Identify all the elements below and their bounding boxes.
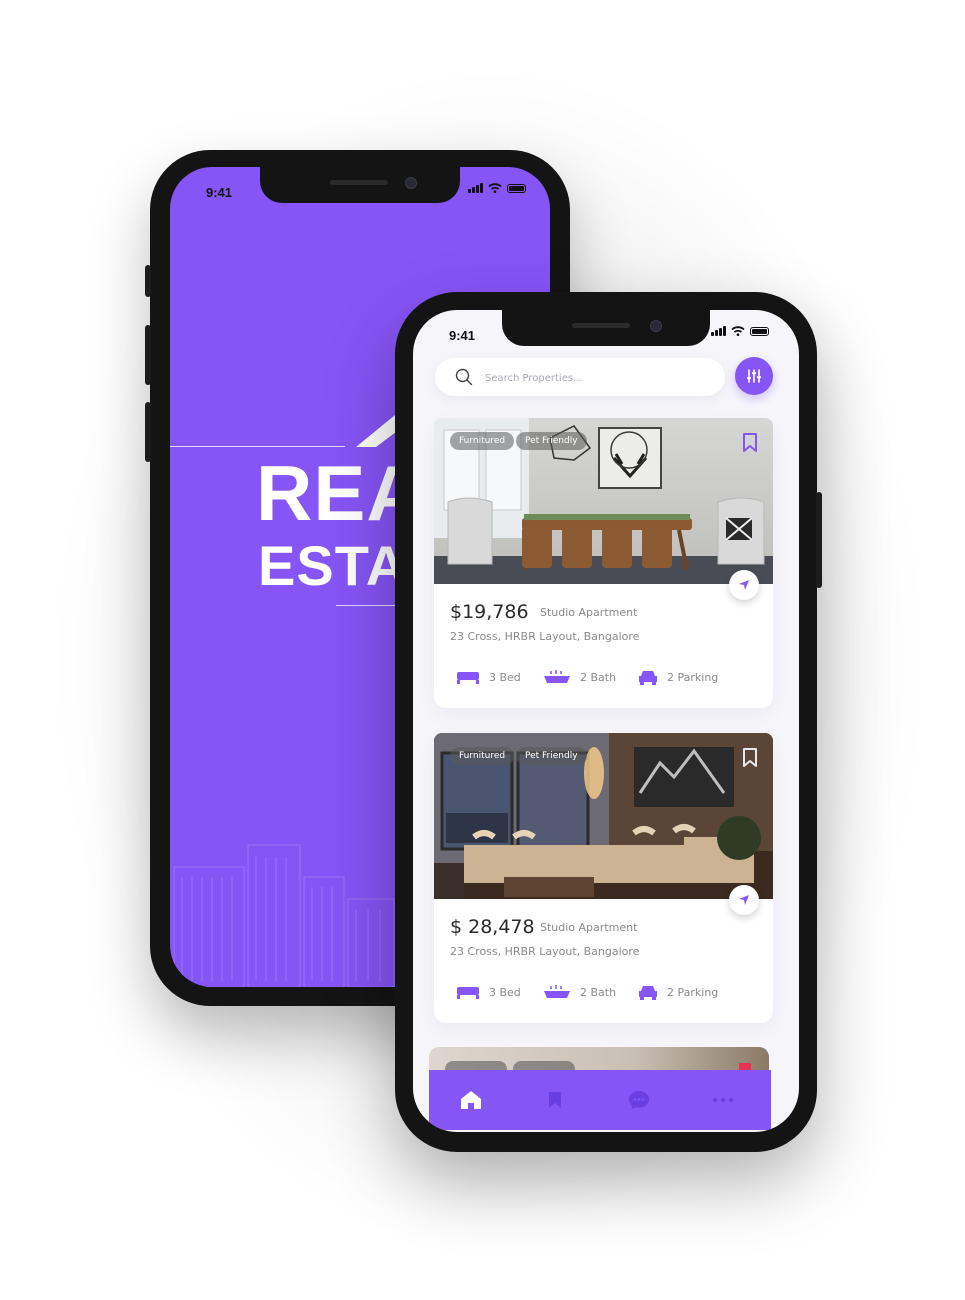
wifi-icon [488, 183, 502, 193]
mute-switch [145, 265, 151, 297]
status-time: 9:41 [449, 328, 476, 343]
listing-photo-dining-room: Furnitured Pet Friendly [434, 418, 773, 584]
signal-icon [711, 326, 726, 336]
navigation-arrow-icon [739, 895, 749, 905]
bed-feature: 3 Bed [456, 670, 521, 684]
notch [502, 310, 710, 346]
brand-divider-top [170, 446, 345, 447]
listing-type: Studio Apartment [540, 606, 638, 619]
bookmark-icon[interactable] [742, 748, 758, 768]
parking-label: 2 Parking [667, 986, 719, 999]
sliders-icon [747, 369, 761, 383]
filter-button[interactable] [735, 357, 773, 395]
bathtub-icon [544, 670, 570, 683]
parking-label: 2 Parking [667, 671, 719, 684]
bath-feature: 2 Bath [543, 985, 616, 999]
status-icons [711, 326, 769, 336]
listing-address: 23 Cross, HRBR Layout, Bangalore [450, 945, 640, 958]
status-time: 9:41 [206, 185, 233, 200]
battery-icon [507, 184, 526, 193]
wifi-icon [731, 326, 745, 336]
parking-feature: 2 Parking [638, 985, 718, 1000]
signal-icon [468, 183, 483, 193]
listing-type: Studio Apartment [540, 921, 638, 934]
tab-more[interactable] [709, 1088, 737, 1112]
search-icon [455, 368, 473, 386]
speaker [572, 323, 630, 328]
tag-label: Pet Friendly [516, 747, 587, 765]
bookmark-icon[interactable] [742, 433, 758, 453]
tab-messages[interactable] [625, 1088, 653, 1112]
tag-label: Pet Friendly [516, 432, 587, 450]
search-bar[interactable] [435, 358, 725, 396]
bed-feature: 3 Bed [456, 985, 521, 999]
search-input[interactable] [483, 367, 707, 389]
bed-icon [457, 987, 479, 999]
listings-screen: 9:41 Search Properties... Furnitured Pet… [413, 310, 799, 1132]
bath-label: 2 Bath [580, 985, 617, 999]
tab-home[interactable] [457, 1088, 485, 1112]
bed-label: 3 Bed [489, 985, 521, 999]
listing-photo-living-room: Furnitured Pet Friendly [434, 733, 773, 899]
status-icons [468, 183, 526, 193]
listing-price: $ 28,478 [450, 916, 535, 938]
bookmark-icon [549, 1092, 561, 1108]
tag-label: Furnitured [450, 747, 515, 765]
directions-button[interactable] [729, 885, 759, 915]
listing-price: $19,786 [450, 601, 529, 623]
parking-feature: 2 Parking [638, 670, 718, 685]
camera [405, 177, 417, 189]
battery-icon [750, 327, 769, 336]
bathtub-icon [544, 985, 570, 998]
bed-icon [457, 672, 479, 684]
car-icon [639, 671, 657, 685]
listings-phone: 9:41 Search Properties... Furnitured Pet… [395, 292, 822, 1152]
volume-down-button [145, 402, 151, 462]
bottom-navigation [429, 1070, 771, 1130]
listing-address: 23 Cross, HRBR Layout, Bangalore [450, 630, 640, 643]
chat-icon [629, 1091, 649, 1109]
directions-button[interactable] [729, 570, 759, 600]
bath-label: 2 Bath [580, 670, 617, 684]
navigation-arrow-icon [739, 580, 749, 590]
tag-label: Furnitured [450, 432, 515, 450]
brand-word-2: ESTA [258, 534, 408, 597]
home-icon [461, 1091, 481, 1109]
camera [650, 320, 662, 332]
bath-feature: 2 Bath [543, 670, 616, 684]
listing-card[interactable]: Furnitured Pet Friendly $ 28,478 Studio … [434, 733, 773, 1023]
notch [260, 167, 460, 203]
bed-label: 3 Bed [489, 670, 521, 684]
listing-card[interactable]: Furnitured Pet Friendly $19,786 Studio A… [434, 418, 773, 708]
speaker [330, 180, 388, 185]
tab-saved[interactable] [541, 1088, 569, 1112]
power-button [816, 492, 822, 588]
car-icon [639, 986, 657, 1000]
volume-up-button [145, 325, 151, 385]
more-icon [713, 1098, 733, 1102]
